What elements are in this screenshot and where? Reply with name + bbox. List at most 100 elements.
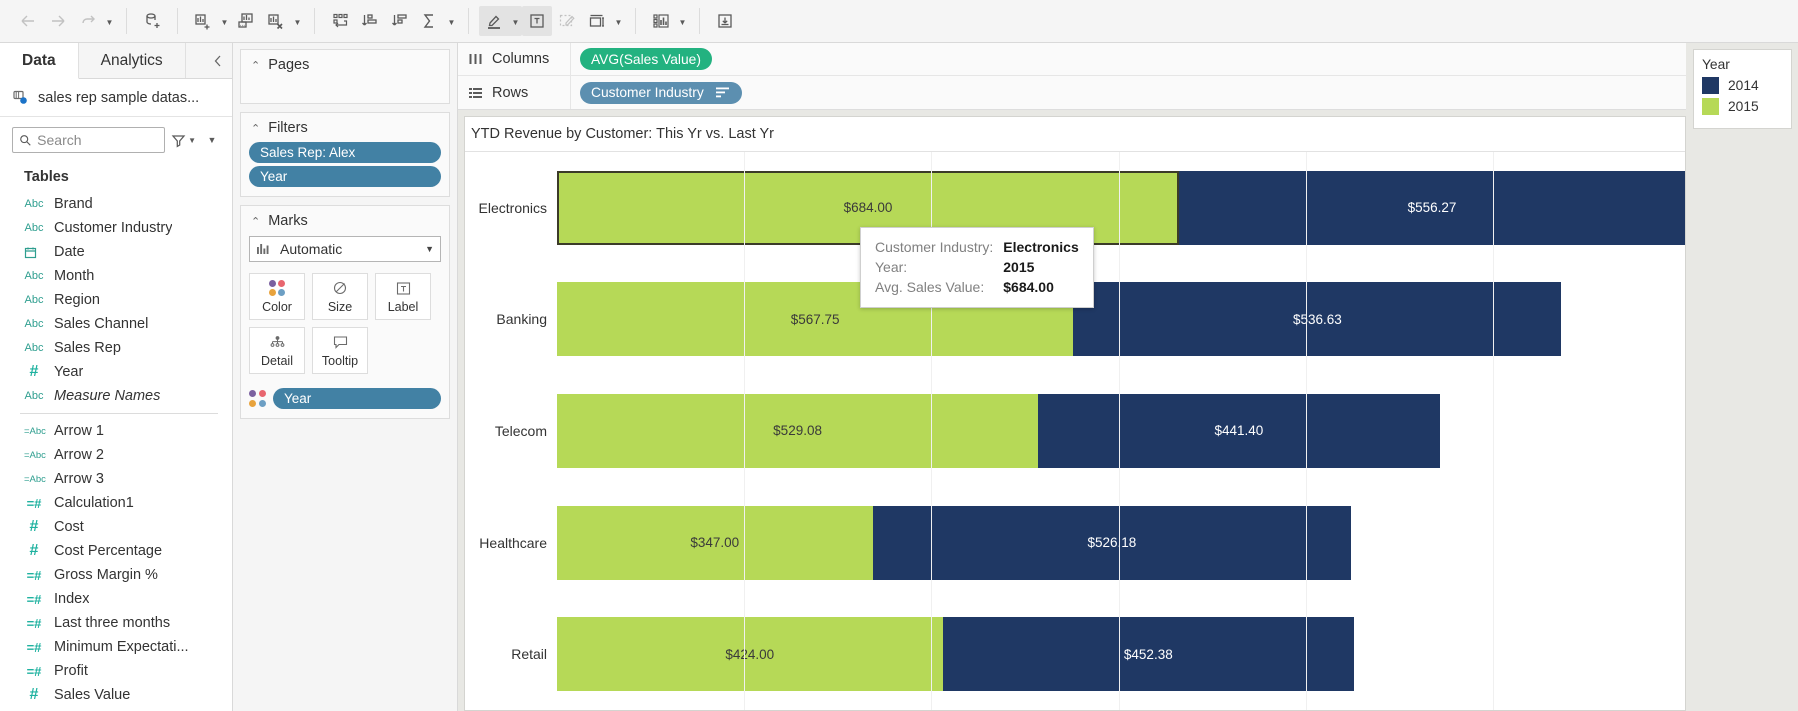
field-item[interactable]: # Cost — [0, 515, 232, 539]
size-shelf-button[interactable]: Size — [312, 273, 368, 320]
filters-card-header[interactable]: ⌃ Filters — [241, 113, 449, 142]
field-list: Tables Abc Brand Abc Customer Industry Date A… — [0, 161, 232, 711]
clear-sheet-caret-icon[interactable]: ▼ — [291, 6, 304, 36]
field-item[interactable]: Abc Measure Names — [0, 384, 232, 408]
bar-segment-2014[interactable]: $452.38 — [942, 617, 1355, 692]
rows-pill-customer-industry[interactable]: Customer Industry — [580, 81, 742, 104]
row-header-retail[interactable]: Retail — [465, 598, 556, 710]
field-item[interactable]: =# Minimum Expectati... — [0, 635, 232, 659]
legend-item-2015[interactable]: 2015 — [1702, 98, 1783, 115]
field-item[interactable]: =# Gross Margin % — [0, 563, 232, 587]
sort-ascending-button[interactable] — [355, 6, 385, 36]
number-icon: # — [29, 542, 39, 559]
marks-card-header[interactable]: ⌃ Marks — [241, 206, 449, 235]
legend-item-2014[interactable]: 2014 — [1702, 77, 1783, 94]
tab-data[interactable]: Data — [0, 43, 79, 79]
data-source-row[interactable]: sales rep sample datas... — [0, 79, 232, 117]
color-shelf-button[interactable]: Color — [249, 273, 305, 320]
field-item[interactable]: =# Last three months — [0, 611, 232, 635]
search-box[interactable] — [12, 127, 166, 153]
swap-rows-columns-button[interactable] — [325, 6, 355, 36]
field-item[interactable]: =Abc Arrow 3 — [0, 467, 232, 491]
field-item[interactable]: Abc Brand — [0, 192, 232, 216]
data-pane-menu-button[interactable]: ▼ — [202, 135, 222, 145]
marks-color-pill[interactable]: Year — [273, 388, 441, 409]
new-data-source-button[interactable] — [137, 6, 167, 36]
field-item[interactable]: # Year — [0, 360, 232, 384]
highlighter-button[interactable] — [479, 6, 509, 36]
totals-caret-icon[interactable]: ▼ — [445, 6, 458, 36]
back-button[interactable] — [13, 6, 43, 36]
columns-pill-avg-sales-value[interactable]: AVG(Sales Value) — [580, 48, 712, 70]
bar-segment-2015[interactable]: $424.00 — [557, 617, 943, 692]
duplicate-sheet-button[interactable] — [231, 6, 261, 36]
row-header-banking[interactable]: Banking — [465, 264, 556, 376]
sort-descending-button[interactable] — [385, 6, 415, 36]
tab-data-label: Data — [22, 51, 56, 69]
new-worksheet-caret-icon[interactable]: ▼ — [218, 6, 231, 36]
forward-button[interactable] — [43, 6, 73, 36]
totals-button[interactable] — [415, 6, 445, 36]
bar-segment-2015[interactable]: $347.00 — [557, 505, 873, 580]
highlighter-caret-icon[interactable]: ▼ — [509, 6, 522, 36]
field-item[interactable]: =Abc Arrow 2 — [0, 443, 232, 467]
mark-type-dropdown[interactable]: Automatic ▼ — [249, 236, 441, 262]
bar-segment-2014[interactable]: $441.40 — [1038, 393, 1440, 468]
fit-button-group: ▼ — [582, 6, 625, 36]
fit-button[interactable] — [582, 6, 612, 36]
bar-segment-2015[interactable]: $529.08 — [557, 393, 1039, 468]
search-input[interactable] — [37, 132, 159, 148]
undo-redo-button[interactable] — [73, 6, 103, 36]
row-header-healthcare[interactable]: Healthcare — [465, 487, 556, 599]
field-item[interactable]: # Sales Value — [0, 683, 232, 707]
field-item[interactable]: Abc Sales Channel — [0, 312, 232, 336]
color-dots-icon — [268, 279, 286, 297]
pages-card-header[interactable]: ⌃ Pages — [241, 50, 449, 79]
field-item[interactable]: =# Index — [0, 587, 232, 611]
funnel-icon — [171, 134, 186, 147]
sort-icon — [715, 87, 729, 98]
detail-shelf-button[interactable]: Detail — [249, 327, 305, 374]
field-label: Date — [54, 244, 85, 260]
columns-shelf-drop[interactable]: AVG(Sales Value) — [571, 48, 1686, 70]
bar-segment-2014[interactable]: $536.63 — [1073, 282, 1562, 357]
label-shelf-button[interactable]: Label — [375, 273, 431, 320]
tooltip-value: 2015 — [1003, 259, 1035, 275]
field-item[interactable]: Abc Sales Rep — [0, 336, 232, 360]
undo-redo-caret-icon[interactable]: ▼ — [103, 6, 116, 36]
field-item[interactable]: =# Profit — [0, 659, 232, 683]
download-button[interactable] — [710, 6, 740, 36]
filter-pill[interactable]: Year — [249, 166, 441, 187]
show-labels-button[interactable] — [522, 6, 552, 36]
chevron-up-icon: ⌃ — [251, 122, 261, 135]
presentation-mode-button[interactable] — [552, 6, 582, 36]
field-label: Month — [54, 268, 95, 284]
field-item[interactable]: Abc Region — [0, 288, 232, 312]
tooltip-shelf-button[interactable]: Tooltip — [312, 327, 368, 374]
field-item[interactable]: # Cost Percentage — [0, 539, 232, 563]
label-shelf-label: Label — [387, 299, 419, 314]
collapse-pane-button[interactable] — [204, 43, 232, 78]
field-item[interactable]: Abc Month — [0, 264, 232, 288]
new-worksheet-button[interactable] — [188, 6, 218, 36]
bar-segment-2014[interactable]: $556.27 — [1179, 170, 1685, 245]
tooltip-key: Avg. Sales Value: — [875, 279, 985, 295]
field-filter-button[interactable]: ▼ — [171, 133, 196, 148]
totals-button-group: ▼ — [415, 6, 458, 36]
row-header-telecom[interactable]: Telecom — [465, 375, 556, 487]
show-me-button[interactable] — [646, 6, 676, 36]
field-item[interactable]: =Abc Arrow 1 — [0, 419, 232, 443]
row-header-electronics[interactable]: Electronics — [465, 152, 556, 264]
fit-caret-icon[interactable]: ▼ — [612, 6, 625, 36]
bar-segment-2014[interactable]: $526.18 — [872, 505, 1352, 580]
tab-analytics[interactable]: Analytics — [79, 43, 186, 78]
show-me-caret-icon[interactable]: ▼ — [676, 6, 689, 36]
field-item[interactable]: =# Calculation1 — [0, 491, 232, 515]
field-item[interactable]: Date — [0, 240, 232, 264]
clear-sheet-button[interactable] — [261, 6, 291, 36]
filter-pill[interactable]: Sales Rep: Alex — [249, 142, 441, 163]
field-item[interactable]: Abc Customer Industry — [0, 216, 232, 240]
rows-shelf-drop[interactable]: Customer Industry — [571, 81, 1686, 104]
pages-card-body[interactable] — [241, 79, 449, 103]
field-label: Profit — [54, 663, 88, 679]
